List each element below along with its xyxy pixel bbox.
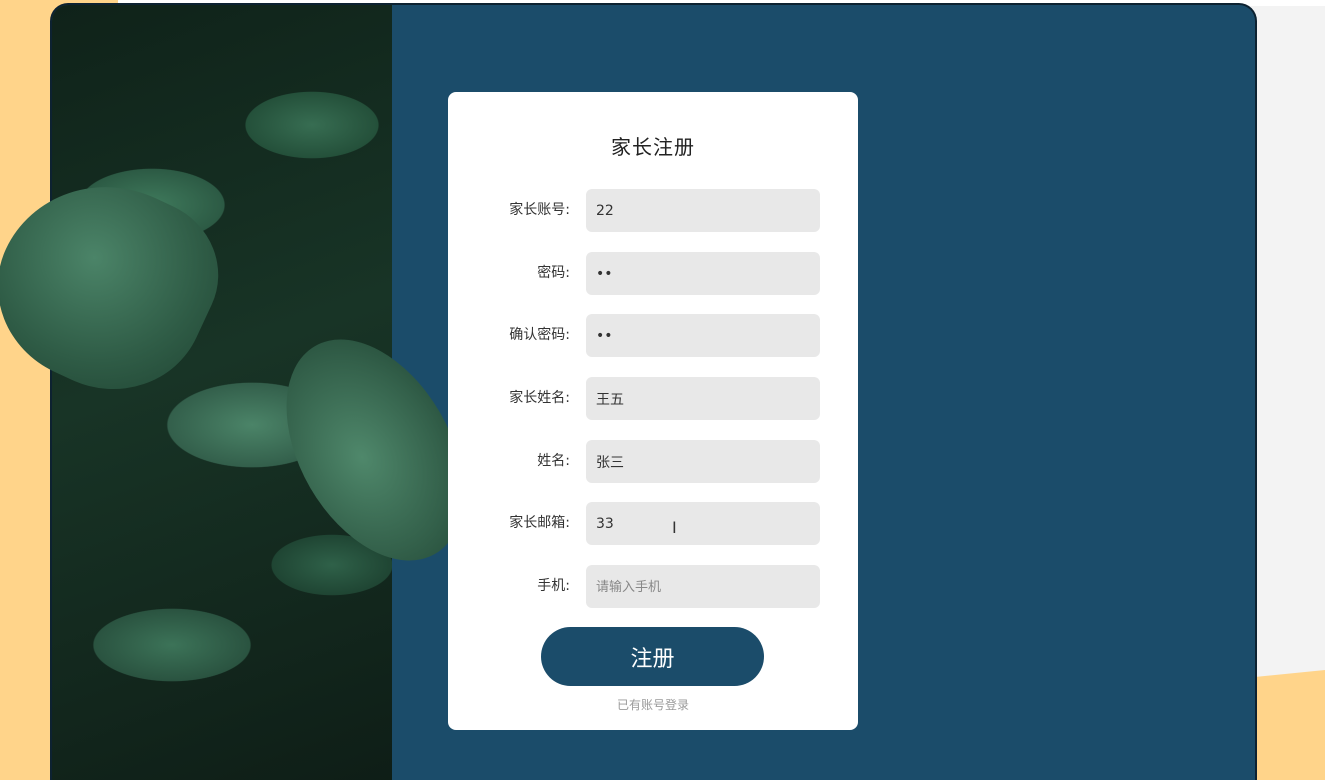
account-input[interactable] [586,189,820,232]
field-label: 家长邮箱: [509,515,570,531]
email-input[interactable] [586,502,820,545]
form-title: 家长注册 [611,135,695,159]
field-label: 密码: [537,265,570,281]
field-label: 家长姓名: [509,390,570,406]
confirm-password-input[interactable] [586,314,820,357]
login-link[interactable]: 已有账号登录 [448,696,858,713]
student-name-input[interactable] [586,440,820,483]
phone-input[interactable] [586,565,820,608]
password-input[interactable] [586,252,820,295]
text-cursor-icon: I [672,518,677,537]
field-label: 姓名: [537,453,570,469]
parent-name-input[interactable] [586,377,820,420]
page: 家长注册 家长账号: 密码: 确认密码: 家长姓名: 姓名: 家长邮箱: 手机:… [0,0,1325,780]
register-button[interactable]: 注册 [541,627,764,686]
field-label: 家长账号: [509,202,570,218]
field-label: 手机: [537,578,570,594]
field-label: 确认密码: [509,327,570,343]
